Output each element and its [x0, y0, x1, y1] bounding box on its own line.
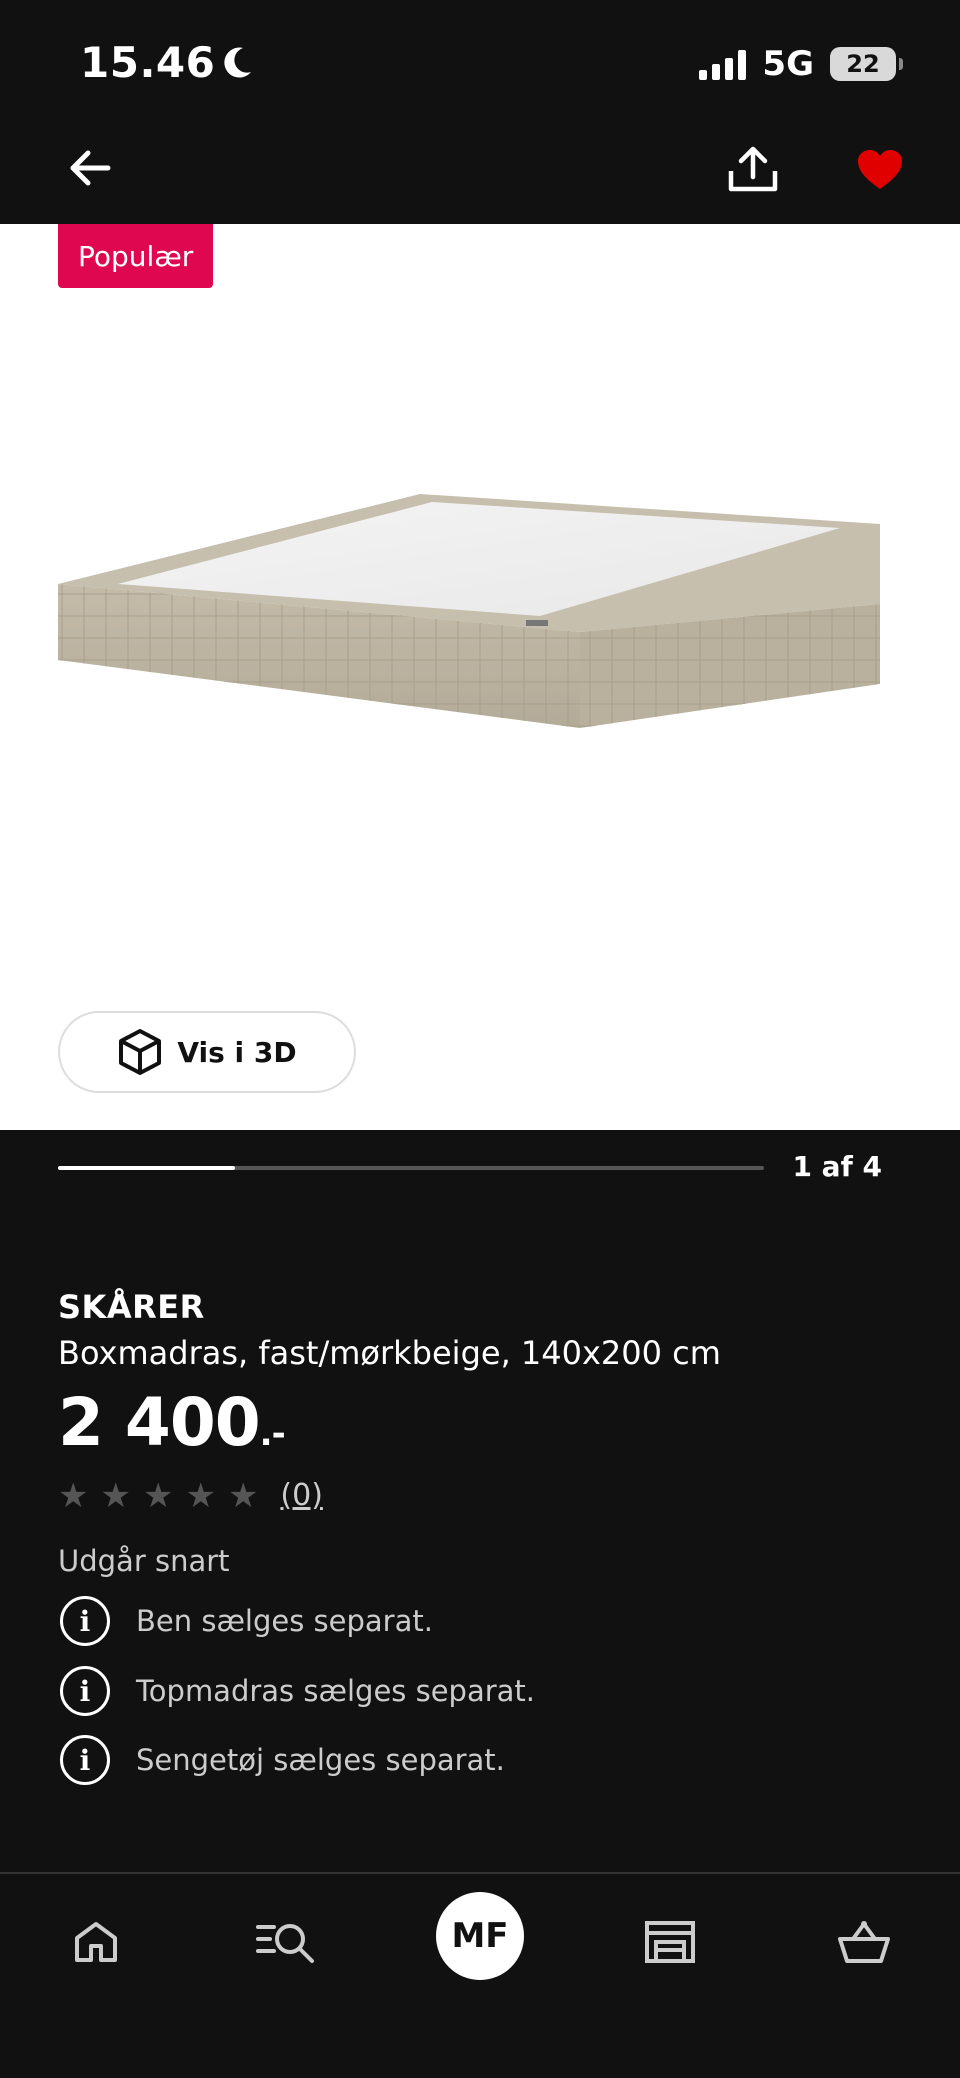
home-icon [75, 1922, 117, 1962]
star-icon: ★ [185, 1475, 216, 1516]
tab-profile-avatar[interactable]: MF [436, 1892, 524, 1980]
price-value: 2 400 [58, 1384, 261, 1461]
availability-status: Udgår snart [58, 1544, 230, 1578]
search-icon [256, 1924, 314, 1963]
tab-stores[interactable] [630, 1902, 710, 1982]
signal-icon [699, 48, 747, 80]
info-note-text: Sengetøj sælges separat. [136, 1743, 505, 1777]
info-icon: i [60, 1666, 110, 1716]
status-time-text: 15.46 [80, 38, 216, 87]
moon-icon [224, 47, 252, 78]
product-price: 2 400 .- [58, 1384, 286, 1461]
nav-bar [0, 128, 960, 224]
cube-icon [119, 1029, 162, 1075]
tab-home[interactable] [56, 1902, 136, 1982]
share-button[interactable] [722, 138, 784, 200]
product-image-area[interactable]: Populær Vis i 3D [0, 224, 960, 1130]
product-description: Boxmadras, fast/mørkbeige, 140x200 cm [58, 1334, 721, 1372]
store-icon [645, 1921, 695, 1963]
info-note-text: Topmadras sælges separat. [136, 1674, 536, 1708]
info-note-row: i Topmadras sælges separat. [60, 1666, 535, 1716]
info-icon: i [60, 1596, 110, 1646]
info-icon: i [60, 1735, 110, 1785]
battery-icon: 22 [830, 47, 903, 81]
star-icon: ★ [100, 1475, 131, 1516]
status-bar: 15.46 5G 22 [0, 0, 960, 128]
price-suffix: .- [259, 1414, 286, 1454]
info-note-row: i Sengetøj sælges separat. [60, 1735, 505, 1785]
arrow-left-icon [70, 150, 111, 186]
heart-icon [858, 150, 902, 189]
info-note-row: i Ben sælges separat. [60, 1596, 433, 1646]
product-image [58, 494, 880, 728]
tab-search[interactable] [246, 1902, 326, 1982]
battery-level: 22 [846, 50, 880, 78]
info-note-text: Ben sælges separat. [136, 1604, 433, 1638]
view-3d-button[interactable]: Vis i 3D [58, 1011, 356, 1093]
favorite-button[interactable] [852, 142, 908, 198]
back-button[interactable] [62, 140, 118, 196]
status-indicators: 5G 22 [699, 44, 903, 84]
basket-icon [838, 1921, 890, 1963]
popular-badge: Populær [58, 224, 214, 288]
tab-basket[interactable] [824, 1902, 904, 1982]
status-time: 15.46 [80, 38, 253, 87]
rating[interactable]: ★ ★ ★ ★ ★ (0) [58, 1478, 323, 1513]
image-carousel-progress [58, 1166, 764, 1170]
star-icon: ★ [142, 1475, 174, 1516]
star-icon: ★ [227, 1475, 259, 1516]
network-type: 5G [762, 44, 814, 84]
image-counter: 1 af 4 [792, 1150, 882, 1183]
star-icon: ★ [58, 1475, 89, 1516]
rating-count-link[interactable]: (0) [280, 1478, 323, 1513]
bottom-tab-bar: MF [0, 1872, 960, 2078]
view-3d-label: Vis i 3D [177, 1035, 297, 1069]
product-name: SKÅRER [58, 1288, 205, 1326]
share-icon [728, 146, 778, 192]
image-carousel-progress-fill [58, 1166, 235, 1170]
